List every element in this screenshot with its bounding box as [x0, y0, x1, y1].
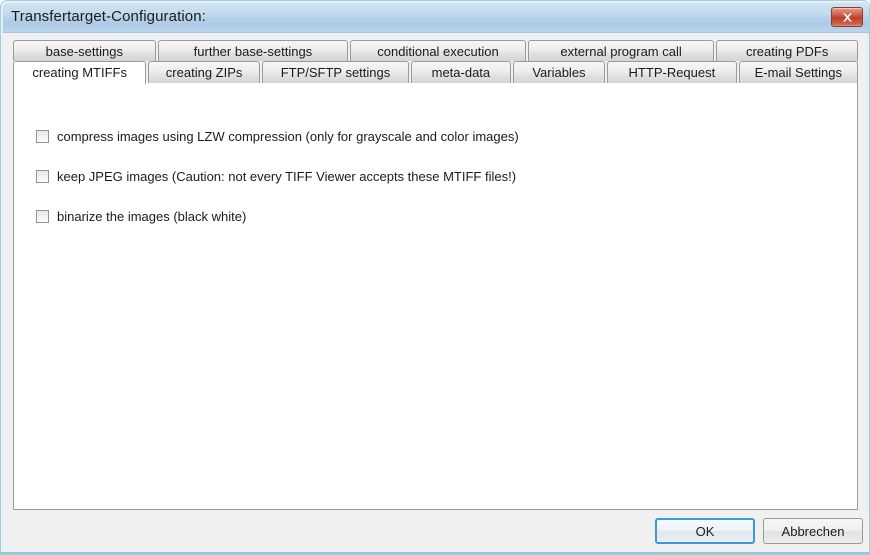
ok-button[interactable]: OK: [655, 518, 755, 544]
cancel-button-label: Abbrechen: [781, 523, 845, 539]
tab-creating-mtiffs[interactable]: creating MTIFFs: [13, 61, 147, 84]
tab-content-panel: compress images using LZW compression (o…: [13, 82, 858, 510]
checkbox-label: binarize the images (black white): [57, 209, 247, 224]
cancel-button[interactable]: Abbrechen: [763, 518, 863, 544]
tab-label: meta-data: [431, 65, 491, 80]
tab-label: creating MTIFFs: [32, 65, 127, 80]
checkbox-lzw-compression[interactable]: [36, 130, 49, 143]
tab-label: conditional execution: [377, 43, 499, 59]
checkbox-row-lzw-compression[interactable]: compress images using LZW compression (o…: [36, 129, 519, 144]
tab-variables[interactable]: Variables: [512, 61, 606, 84]
tab-label: external program call: [560, 43, 682, 59]
checkbox-keep-jpeg[interactable]: [36, 170, 49, 183]
tab-email-settings[interactable]: E-mail Settings: [738, 61, 859, 84]
tab-meta-data[interactable]: meta-data: [411, 61, 511, 84]
tab-label: base-settings: [45, 43, 123, 59]
tab-label: Variables: [532, 65, 586, 80]
window-bottom-edge: [1, 552, 869, 554]
tab-row-lower: creating MTIFFs creating ZIPs FTP/SFTP s…: [13, 61, 859, 84]
tab-label: creating PDFs: [745, 43, 829, 59]
tab-creating-pdfs[interactable]: creating PDFs: [716, 40, 858, 61]
checkbox-binarize[interactable]: [36, 210, 49, 223]
tab-label: HTTP-Request: [628, 65, 716, 80]
tab-conditional-execution[interactable]: conditional execution: [350, 40, 526, 61]
tab-row-upper: base-settings further base-settings cond…: [13, 40, 858, 61]
tab-http-request[interactable]: HTTP-Request: [607, 61, 737, 84]
tab-further-base-settings[interactable]: further base-settings: [157, 40, 349, 61]
checkbox-row-keep-jpeg[interactable]: keep JPEG images (Caution: not every TIF…: [36, 169, 516, 184]
dialog-window: Transfertarget-Configuration: base-setti…: [0, 0, 870, 555]
tab-strip: base-settings further base-settings cond…: [13, 40, 859, 84]
tab-base-settings[interactable]: base-settings: [13, 40, 156, 61]
close-icon: [841, 12, 854, 23]
tab-label: E-mail Settings: [754, 65, 843, 80]
tab-label: FTP/SFTP settings: [280, 65, 391, 80]
tab-label: further base-settings: [193, 43, 313, 59]
tab-external-program-call[interactable]: external program call: [527, 40, 715, 61]
tab-label: creating ZIPs: [165, 65, 243, 80]
close-button[interactable]: [831, 7, 863, 27]
dialog-button-bar: OK Abbrechen: [3, 511, 869, 553]
checkbox-row-binarize[interactable]: binarize the images (black white): [36, 209, 246, 224]
tab-creating-zips[interactable]: creating ZIPs: [148, 61, 260, 84]
title-bar[interactable]: Transfertarget-Configuration:: [3, 3, 869, 33]
ok-button-label: OK: [695, 523, 715, 539]
tab-ftp-sftp-settings[interactable]: FTP/SFTP settings: [261, 61, 410, 84]
checkbox-label: compress images using LZW compression (o…: [57, 129, 519, 144]
checkbox-label: keep JPEG images (Caution: not every TIF…: [57, 169, 517, 184]
window-title: Transfertarget-Configuration:: [11, 8, 206, 25]
